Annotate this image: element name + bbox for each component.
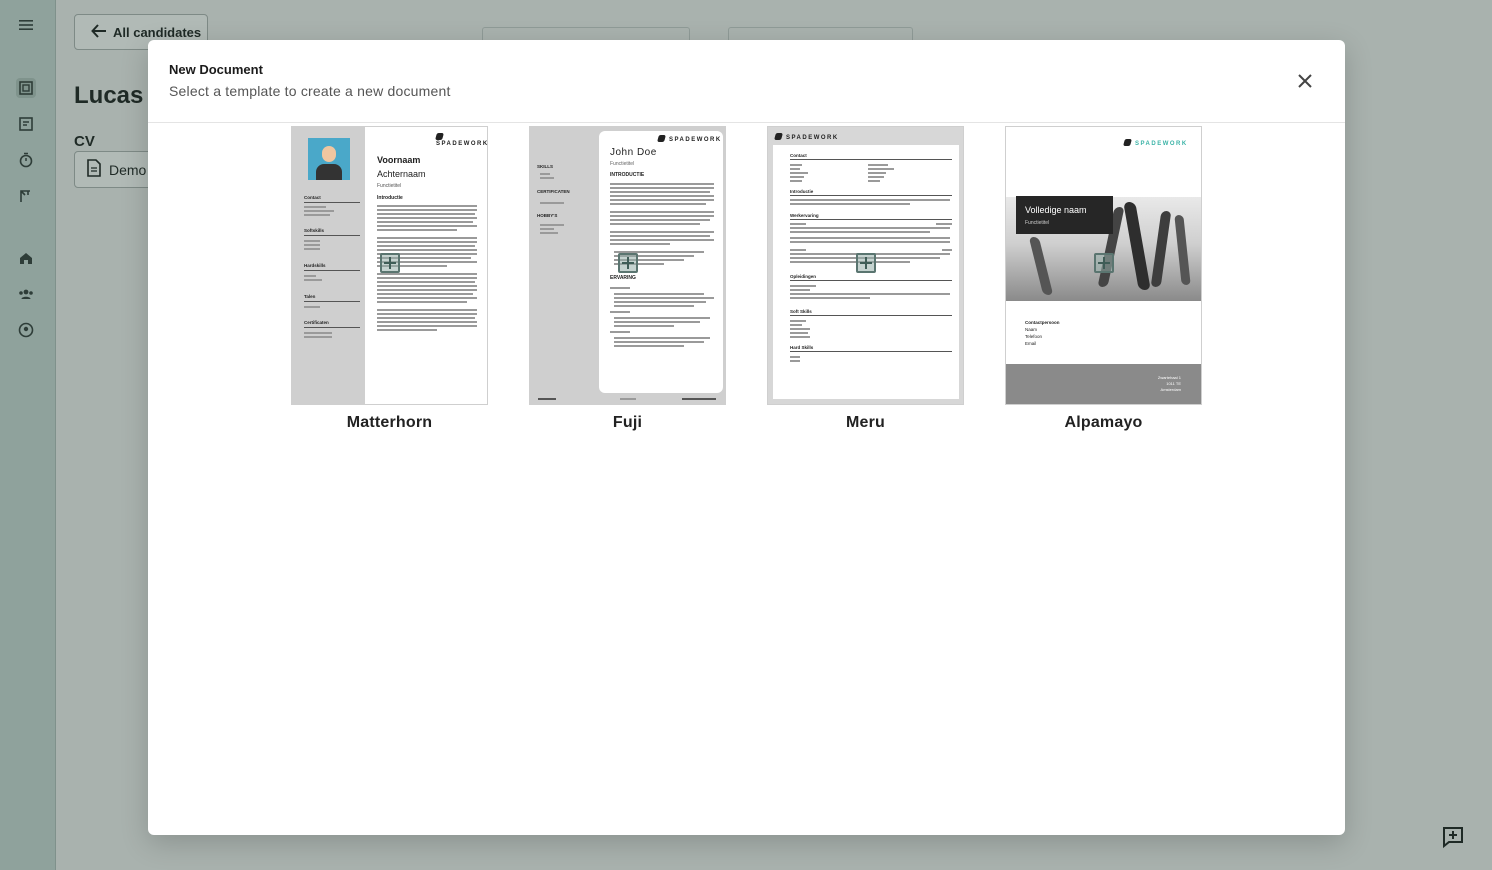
- add-template-icon: [856, 253, 876, 273]
- template-list: SPADEWORK Voornaam Achternaam Functietit…: [291, 126, 1202, 432]
- template-name: Fuji: [612, 414, 643, 431]
- timer-icon[interactable]: [16, 150, 36, 170]
- template-preview[interactable]: SPADEWORK John Doe Functietitel INTRODUC…: [529, 126, 726, 405]
- feedback-icon[interactable]: [1441, 825, 1465, 849]
- modal-title: New Document: [169, 62, 263, 77]
- background-panel: [482, 27, 690, 41]
- add-template-icon: [380, 253, 400, 273]
- template-name: Alpamayo: [1064, 414, 1143, 431]
- template-alpamayo[interactable]: SPADEWORK Volledige naam Functietitel Co…: [1005, 126, 1202, 432]
- file-icon: [87, 159, 101, 180]
- modal-subtitle: Select a template to create a new docume…: [169, 83, 451, 99]
- close-button[interactable]: [1294, 70, 1316, 92]
- template-preview[interactable]: SPADEWORK Voornaam Achternaam Functietit…: [291, 126, 488, 405]
- document-label: Demo: [109, 161, 147, 178]
- avatar: [308, 138, 350, 180]
- menu-icon[interactable]: [16, 15, 36, 35]
- template-meru[interactable]: SPADEWORK Contact Introductie Werkervari…: [767, 126, 964, 432]
- home-icon[interactable]: [16, 248, 36, 268]
- candidate-name: Lucas I: [74, 82, 157, 109]
- modal-header: New Document Select a template to create…: [148, 40, 1345, 123]
- close-icon: [1298, 74, 1312, 88]
- add-template-icon: [618, 253, 638, 273]
- team-icon[interactable]: [16, 284, 36, 304]
- scan-icon[interactable]: [16, 78, 36, 98]
- document-icon[interactable]: [16, 114, 36, 134]
- back-label: All candidates: [113, 24, 202, 40]
- cv-label: CV: [74, 133, 95, 150]
- template-name: Matterhorn: [346, 414, 433, 431]
- add-template-icon: [1094, 253, 1114, 273]
- new-document-modal: New Document Select a template to create…: [148, 40, 1345, 835]
- template-preview[interactable]: SPADEWORK Contact Introductie Werkervari…: [767, 126, 964, 405]
- arrow-left-icon: [91, 23, 107, 41]
- crane-icon[interactable]: [16, 186, 36, 206]
- template-matterhorn[interactable]: SPADEWORK Voornaam Achternaam Functietit…: [291, 126, 488, 432]
- template-fuji[interactable]: SPADEWORK John Doe Functietitel INTRODUC…: [529, 126, 726, 432]
- background-panel: [728, 27, 913, 41]
- account-icon[interactable]: [16, 320, 36, 340]
- sidebar: [0, 0, 56, 870]
- template-preview[interactable]: SPADEWORK Volledige naam Functietitel Co…: [1005, 126, 1202, 405]
- template-name: Meru: [845, 414, 886, 431]
